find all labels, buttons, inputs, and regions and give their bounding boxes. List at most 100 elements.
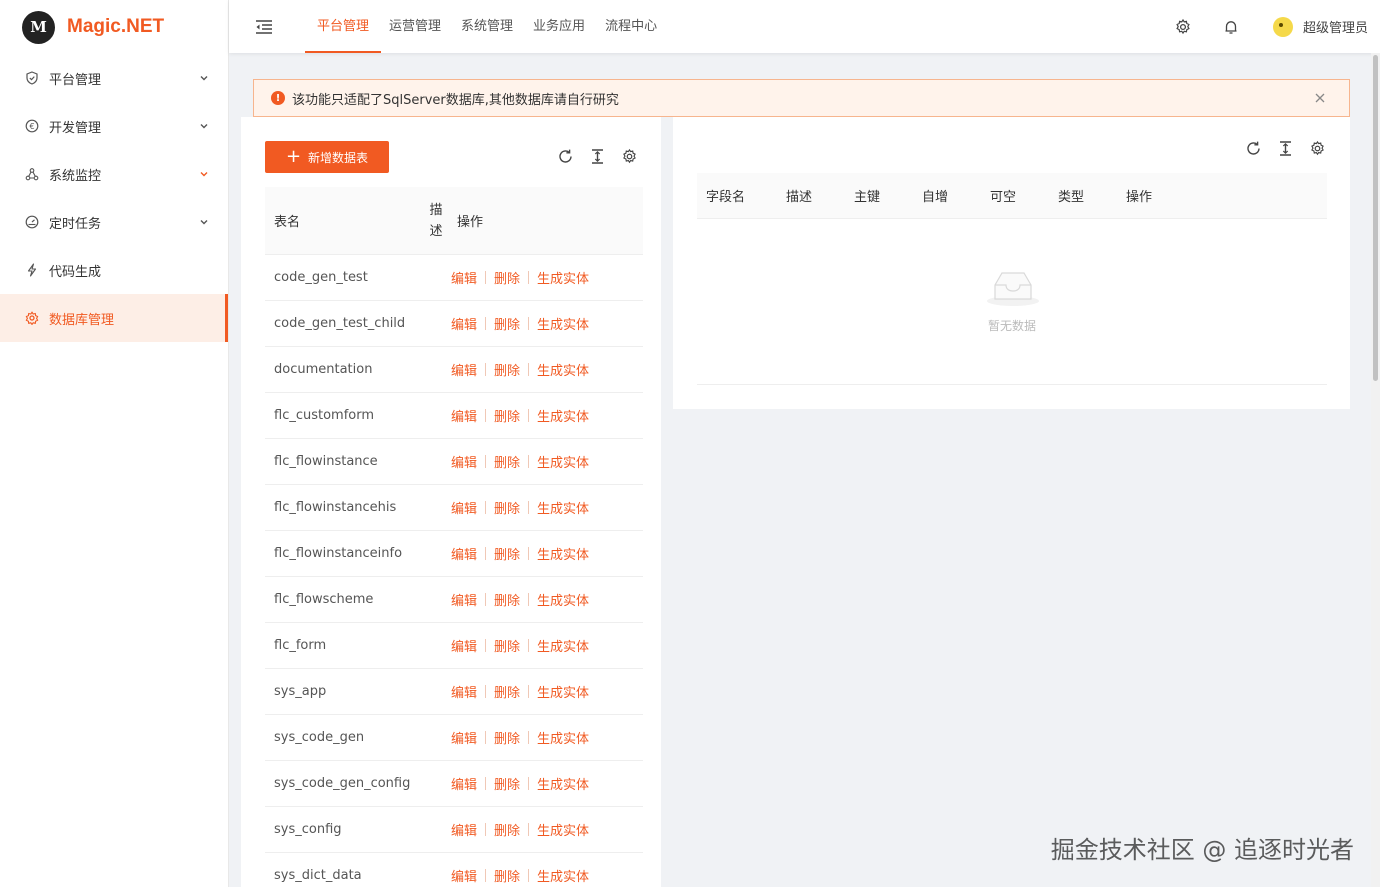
edit-link[interactable]: 编辑 bbox=[451, 360, 477, 379]
column-table: 字段名 描述 主键 自增 可空 类型 操作 暂无数据 bbox=[697, 173, 1327, 385]
sidebar-item-platform[interactable]: 平台管理 bbox=[0, 54, 228, 102]
exclamation-circle-icon: ! bbox=[271, 91, 285, 105]
sidebar-item-scheduler[interactable]: 定时任务 bbox=[0, 198, 228, 246]
delete-link[interactable]: 删除 bbox=[494, 360, 520, 379]
column-header-desc: 描述 bbox=[786, 190, 813, 205]
edit-link[interactable]: 编辑 bbox=[451, 728, 477, 747]
generate-entity-link[interactable]: 生成实体 bbox=[537, 268, 589, 287]
generate-entity-link[interactable]: 生成实体 bbox=[537, 498, 589, 517]
delete-link[interactable]: 删除 bbox=[494, 682, 520, 701]
generate-entity-link[interactable]: 生成实体 bbox=[537, 406, 589, 425]
delete-link[interactable]: 删除 bbox=[494, 636, 520, 655]
delete-link[interactable]: 删除 bbox=[494, 268, 520, 287]
column-header-type: 类型 bbox=[1058, 190, 1085, 205]
sidebar-item-dev[interactable]: € 开发管理 bbox=[0, 102, 228, 150]
scrollbar-thumb[interactable] bbox=[1373, 55, 1378, 381]
action-divider bbox=[528, 501, 530, 514]
column-header-desc: 描 述 bbox=[413, 200, 451, 242]
generate-entity-link[interactable]: 生成实体 bbox=[537, 452, 589, 471]
edit-link[interactable]: 编辑 bbox=[451, 774, 477, 793]
table-row: documentation 编辑 删除 生成实体 bbox=[265, 347, 643, 393]
delete-link[interactable]: 删除 bbox=[494, 498, 520, 517]
delete-link[interactable]: 删除 bbox=[494, 406, 520, 425]
close-icon[interactable] bbox=[1313, 91, 1327, 105]
action-divider bbox=[528, 363, 530, 376]
edit-link[interactable]: 编辑 bbox=[451, 682, 477, 701]
row-actions: 编辑 删除 生成实体 bbox=[451, 360, 589, 379]
reload-icon[interactable] bbox=[1245, 140, 1262, 157]
action-divider bbox=[528, 271, 530, 284]
empty-text: 暂无数据 bbox=[987, 319, 1036, 333]
user-menu[interactable]: 超级管理员 bbox=[1272, 16, 1368, 37]
row-actions: 编辑 删除 生成实体 bbox=[451, 590, 589, 609]
tab-workflow[interactable]: 流程中心 bbox=[605, 0, 657, 53]
data-table: 表名 描 述 操作 code_gen_test 编辑 删除 生成实体 code_gen_… bbox=[265, 187, 643, 887]
tab-operations[interactable]: 运营管理 bbox=[389, 0, 441, 53]
column-height-icon[interactable] bbox=[589, 148, 606, 165]
delete-link[interactable]: 删除 bbox=[494, 314, 520, 333]
bell-icon[interactable] bbox=[1222, 18, 1240, 36]
lightning-icon bbox=[24, 262, 40, 278]
edit-link[interactable]: 编辑 bbox=[451, 406, 477, 425]
row-actions: 编辑 删除 生成实体 bbox=[451, 268, 589, 287]
generate-entity-link[interactable]: 生成实体 bbox=[537, 820, 589, 839]
table-row: flc_flowinstanceinfo 编辑 删除 生成实体 bbox=[265, 531, 643, 577]
sidebar-item-database[interactable]: 数据库管理 bbox=[0, 294, 228, 342]
edit-link[interactable]: 编辑 bbox=[451, 820, 477, 839]
tab-business[interactable]: 业务应用 bbox=[533, 0, 585, 53]
edit-link[interactable]: 编辑 bbox=[451, 452, 477, 471]
delete-link[interactable]: 删除 bbox=[494, 590, 520, 609]
generate-entity-link[interactable]: 生成实体 bbox=[537, 866, 589, 885]
edit-link[interactable]: 编辑 bbox=[451, 866, 477, 885]
menu-fold-icon[interactable] bbox=[254, 19, 274, 35]
edit-link[interactable]: 编辑 bbox=[451, 268, 477, 287]
table-header: 字段名 描述 主键 自增 可空 类型 操作 bbox=[697, 173, 1327, 219]
top-header: 平台管理 运营管理 系统管理 业务应用 流程中心 超级管理员 bbox=[229, 0, 1380, 53]
generate-entity-link[interactable]: 生成实体 bbox=[537, 636, 589, 655]
generate-entity-link[interactable]: 生成实体 bbox=[537, 360, 589, 379]
table-row: flc_flowinstance 编辑 删除 生成实体 bbox=[265, 439, 643, 485]
add-table-button[interactable]: + 新增数据表 bbox=[265, 141, 389, 173]
reload-icon[interactable] bbox=[557, 148, 574, 165]
generate-entity-link[interactable]: 生成实体 bbox=[537, 314, 589, 333]
delete-link[interactable]: 删除 bbox=[494, 866, 520, 885]
table-name-cell: flc_flowinstancehis bbox=[274, 500, 397, 515]
action-divider bbox=[485, 501, 487, 514]
delete-link[interactable]: 删除 bbox=[494, 544, 520, 563]
sidebar-item-label: 开发管理 bbox=[49, 120, 102, 136]
sidebar-item-monitor[interactable]: 系统监控 bbox=[0, 150, 228, 198]
edit-link[interactable]: 编辑 bbox=[451, 636, 477, 655]
edit-link[interactable]: 编辑 bbox=[451, 498, 477, 517]
logo[interactable]: M Magic.NET bbox=[0, 0, 228, 54]
table-row: code_gen_test_child 编辑 删除 生成实体 bbox=[265, 301, 643, 347]
chevron-down-icon bbox=[200, 172, 208, 177]
settings-gear-icon[interactable] bbox=[1174, 18, 1192, 36]
column-height-icon[interactable] bbox=[1277, 140, 1294, 157]
row-actions: 编辑 删除 生成实体 bbox=[451, 406, 589, 425]
tab-system[interactable]: 系统管理 bbox=[461, 0, 513, 53]
generate-entity-link[interactable]: 生成实体 bbox=[537, 590, 589, 609]
sidebar-item-codegen[interactable]: 代码生成 bbox=[0, 246, 228, 294]
plus-icon: + bbox=[285, 146, 302, 167]
delete-link[interactable]: 删除 bbox=[494, 728, 520, 747]
delete-link[interactable]: 删除 bbox=[494, 774, 520, 793]
setting-icon[interactable] bbox=[621, 148, 638, 165]
setting-icon[interactable] bbox=[1309, 140, 1326, 157]
generate-entity-link[interactable]: 生成实体 bbox=[537, 544, 589, 563]
delete-link[interactable]: 删除 bbox=[494, 452, 520, 471]
edit-link[interactable]: 编辑 bbox=[451, 314, 477, 333]
info-alert: ! 该功能只适配了SqlServer数据库,其他数据库请自行研究 bbox=[253, 79, 1350, 117]
row-actions: 编辑 删除 生成实体 bbox=[451, 314, 589, 333]
tab-platform[interactable]: 平台管理 bbox=[304, 0, 382, 53]
table-body: code_gen_test 编辑 删除 生成实体 code_gen_test_child… bbox=[265, 255, 643, 887]
table-name-cell: code_gen_test bbox=[274, 270, 368, 285]
action-divider bbox=[528, 869, 530, 882]
generate-entity-link[interactable]: 生成实体 bbox=[537, 728, 589, 747]
username: 超级管理员 bbox=[1302, 21, 1368, 36]
generate-entity-link[interactable]: 生成实体 bbox=[537, 774, 589, 793]
edit-link[interactable]: 编辑 bbox=[451, 590, 477, 609]
edit-link[interactable]: 编辑 bbox=[451, 544, 477, 563]
delete-link[interactable]: 删除 bbox=[494, 820, 520, 839]
page-scrollbar[interactable] bbox=[1371, 53, 1380, 887]
generate-entity-link[interactable]: 生成实体 bbox=[537, 682, 589, 701]
